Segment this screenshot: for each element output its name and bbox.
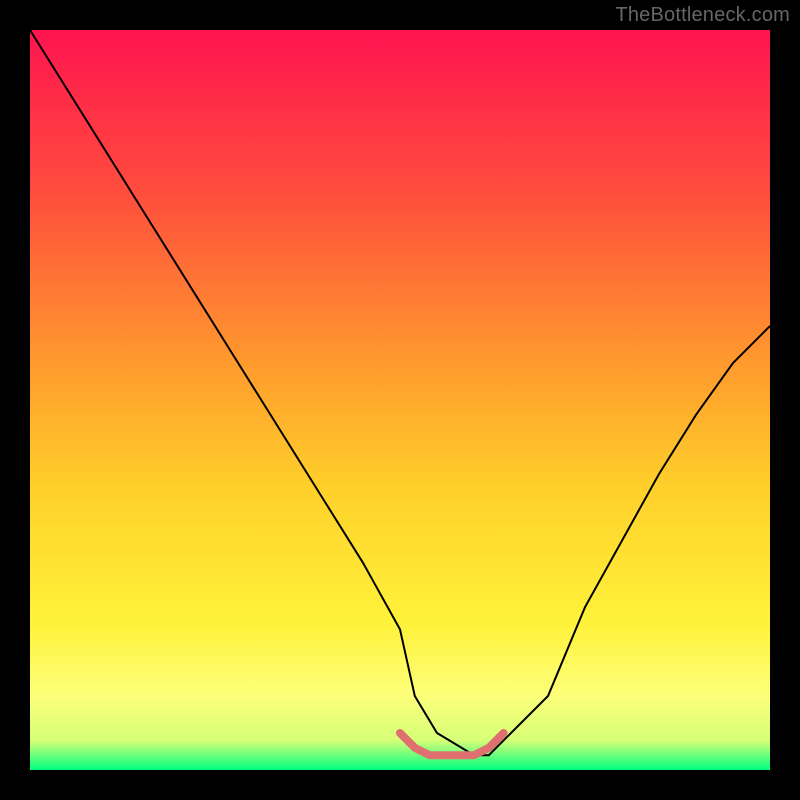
watermark-text: TheBottleneck.com <box>615 4 790 27</box>
chart-frame: TheBottleneck.com <box>0 0 800 800</box>
plot-area <box>30 30 770 770</box>
bottleneck-curve <box>30 30 770 755</box>
bottleneck-valley-marker <box>400 733 504 755</box>
curve-layer <box>30 30 770 770</box>
